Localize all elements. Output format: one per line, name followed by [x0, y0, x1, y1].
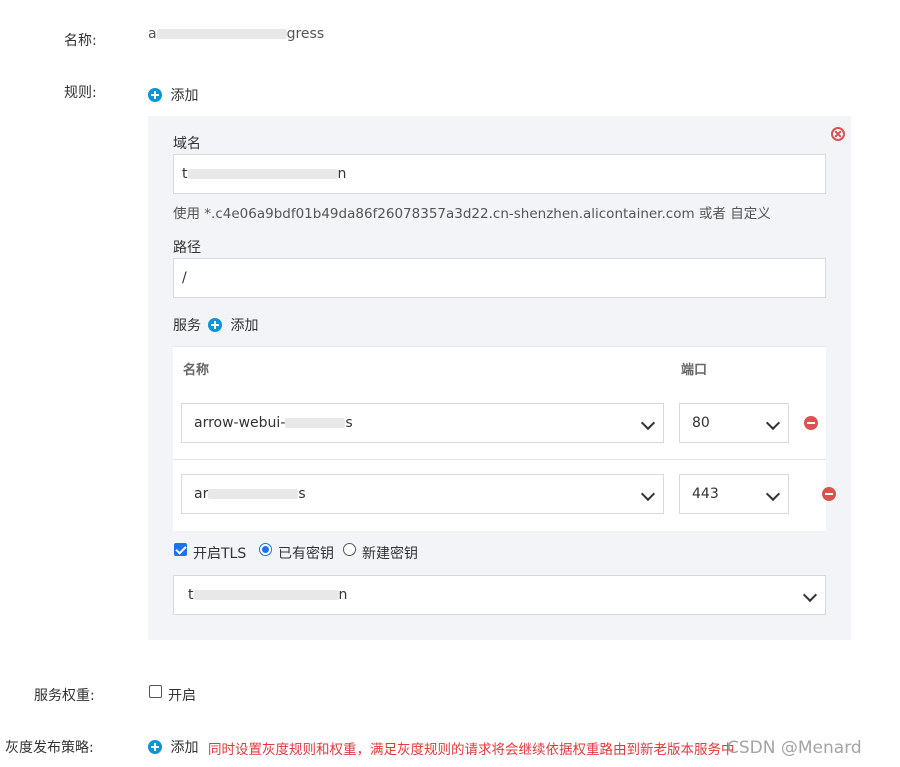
- service-add-label: 添加: [230, 318, 259, 334]
- service-name-prefix: arrow-webui-: [194, 415, 286, 431]
- redacted-mask: [156, 29, 287, 39]
- tls-label: 开启TLS: [193, 546, 247, 562]
- name-value: a gress: [148, 26, 324, 42]
- chevron-down-icon: [765, 486, 781, 502]
- redacted-mask: [285, 418, 346, 428]
- existing-key-label: 已有密钥: [278, 546, 334, 562]
- row-divider: [173, 459, 826, 460]
- new-key-radio[interactable]: [343, 543, 356, 556]
- new-key-label: 新建密钥: [362, 546, 418, 562]
- service-name-select[interactable]: arrow-webui-s: [181, 403, 664, 443]
- path-label: 路径: [173, 240, 201, 256]
- name-value-suffix: gress: [286, 26, 325, 42]
- watermark: CSDN @Menard: [727, 738, 862, 758]
- domain-value-prefix: t: [182, 166, 188, 182]
- name-value-prefix: a: [148, 26, 157, 42]
- domain-hint: 使用 *.c4e06a9bdf01b49da86f26078357a3d22.c…: [173, 206, 771, 222]
- service-name-prefix: ar: [194, 486, 209, 502]
- redacted-mask: [193, 590, 339, 600]
- table-header-name: 名称: [183, 363, 210, 378]
- service-add-button[interactable]: 添加: [208, 315, 258, 335]
- weight-checkbox[interactable]: [149, 685, 162, 698]
- redacted-mask: [187, 169, 338, 179]
- existing-key-radio[interactable]: [259, 543, 272, 556]
- chevron-down-icon: [640, 486, 656, 502]
- weight-toggle-label: 开启: [168, 688, 196, 704]
- service-name-suffix: s: [345, 415, 353, 431]
- domain-label: 域名: [173, 136, 201, 152]
- gray-add-button[interactable]: 添加: [148, 737, 198, 757]
- secret-value-suffix: n: [338, 587, 348, 603]
- rules-add-label: 添加: [170, 88, 199, 104]
- plus-circle-icon: [148, 88, 162, 102]
- port-select[interactable]: 443: [679, 474, 789, 514]
- redacted-mask: [208, 489, 299, 499]
- close-circle-icon[interactable]: [831, 127, 845, 141]
- secret-select[interactable]: tn: [173, 575, 826, 615]
- service-name-suffix: s: [298, 486, 306, 502]
- port-select[interactable]: 80: [679, 403, 789, 443]
- chevron-down-icon: [640, 415, 656, 431]
- table-header-port: 端口: [681, 363, 708, 378]
- rules-label: 规则:: [64, 85, 97, 101]
- port-value: 80: [692, 415, 710, 431]
- chevron-down-icon: [765, 415, 781, 431]
- minus-circle-icon[interactable]: [804, 416, 818, 430]
- plus-circle-icon: [208, 318, 222, 332]
- secret-value-prefix: t: [188, 587, 194, 603]
- tls-checkbox[interactable]: [174, 543, 187, 556]
- path-input[interactable]: /: [173, 258, 826, 298]
- weight-label: 服务权重:: [34, 688, 95, 704]
- service-label: 服务: [173, 318, 201, 334]
- service-name-select[interactable]: ar s: [181, 474, 664, 514]
- domain-input[interactable]: tn: [173, 154, 826, 194]
- rules-add-button[interactable]: 添加: [148, 85, 198, 105]
- gray-note: 同时设置灰度规则和权重，满足灰度规则的请求将会继续依据权重路由到新老版本服务中: [208, 742, 735, 758]
- gray-label: 灰度发布策略:: [5, 740, 94, 756]
- chevron-down-icon: [802, 587, 818, 603]
- port-value: 443: [692, 486, 719, 502]
- gray-add-label: 添加: [170, 740, 199, 756]
- domain-value-suffix: n: [337, 166, 347, 182]
- plus-circle-icon: [148, 740, 162, 754]
- name-label: 名称:: [64, 33, 97, 49]
